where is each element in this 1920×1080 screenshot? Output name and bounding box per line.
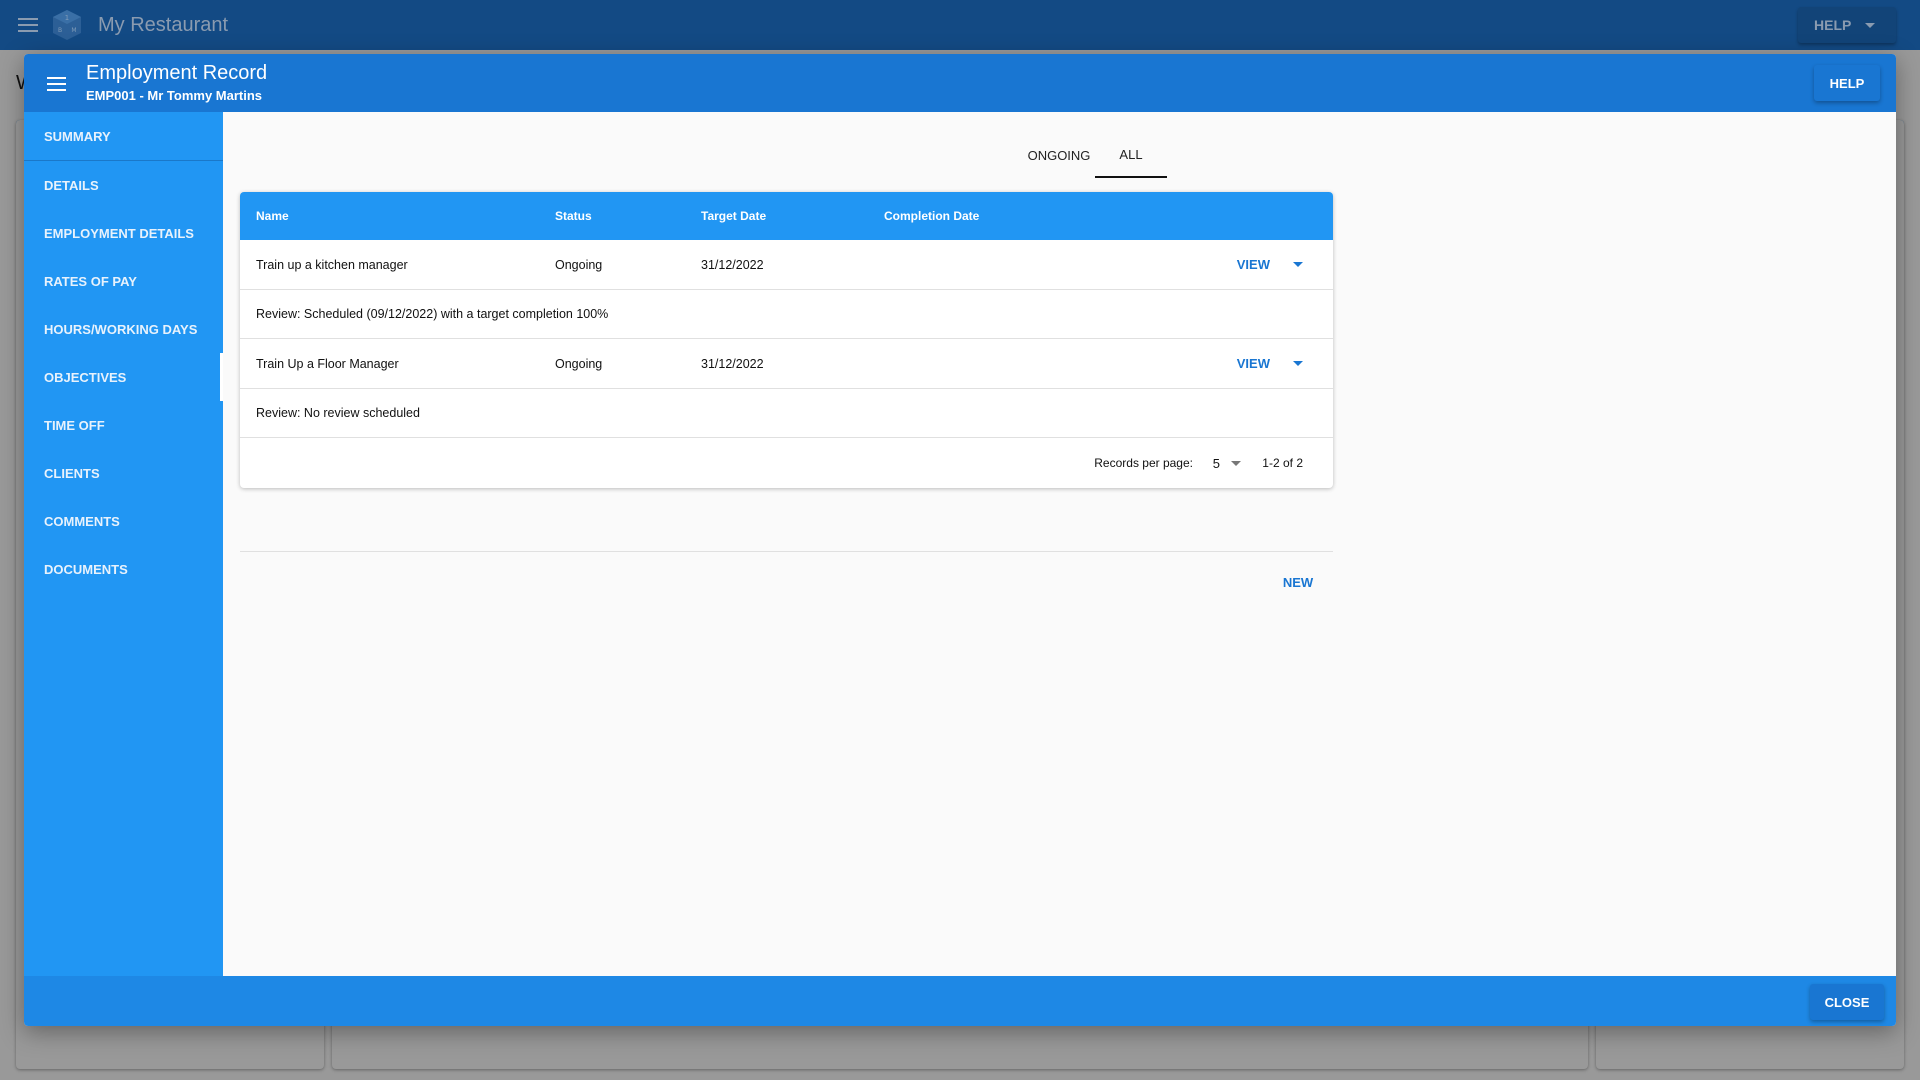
review-text: Review: No review scheduled xyxy=(256,406,420,420)
tab-all[interactable]: ALL xyxy=(1095,132,1167,178)
objectives-panel: ONGOING ALL Name Status Target Date Comp… xyxy=(223,112,1896,976)
close-button[interactable]: CLOSE xyxy=(1810,984,1884,1020)
column-header-target-date[interactable]: Target Date xyxy=(701,209,766,223)
app-logo-icon: 1 B M xyxy=(53,10,81,40)
objective-status: Ongoing xyxy=(555,356,603,371)
sidebar-item-clients[interactable]: CLIENTS xyxy=(24,449,223,497)
objective-name: Train up a kitchen manager xyxy=(256,257,408,272)
app-bar: 1 B M My Restaurant HELP xyxy=(0,0,1920,50)
objective-target-date: 31/12/2022 xyxy=(701,356,764,371)
app-menu-icon[interactable] xyxy=(18,18,38,32)
tab-ongoing[interactable]: ONGOING xyxy=(1013,132,1105,178)
objectives-table: Name Status Target Date Completion Date … xyxy=(240,192,1333,488)
records-per-page-label: Records per page: xyxy=(1094,456,1193,470)
dialog-title: Employment Record xyxy=(86,62,268,84)
dialog-footer: CLOSE xyxy=(24,976,1896,1026)
app-title: My Restaurant xyxy=(98,13,229,36)
sidebar-item-time-off[interactable]: TIME OFF xyxy=(24,401,223,449)
table-header: Name Status Target Date Completion Date xyxy=(240,192,1333,240)
sidebar-item-hours-working-days[interactable]: HOURS/WORKING DAYS xyxy=(24,305,223,353)
table-row: Train up a kitchen manager Ongoing 31/12… xyxy=(240,240,1333,290)
sidebar-nav: SUMMARY DETAILS EMPLOYMENT DETAILS RATES… xyxy=(24,112,223,976)
employment-record-dialog: Employment Record EMP001 - Mr Tommy Mart… xyxy=(24,54,1896,1026)
column-header-status[interactable]: Status xyxy=(555,209,592,223)
expand-caret-icon[interactable] xyxy=(1293,262,1303,267)
app-help-label: HELP xyxy=(1814,17,1852,33)
view-button[interactable]: VIEW xyxy=(1237,257,1270,272)
sidebar-item-objectives[interactable]: OBJECTIVES xyxy=(24,353,223,401)
svg-text:M: M xyxy=(71,27,76,34)
dialog-menu-icon[interactable] xyxy=(47,77,66,91)
svg-text:1: 1 xyxy=(65,14,69,22)
filter-tabs: ONGOING ALL xyxy=(223,112,1535,192)
divider xyxy=(240,551,1333,552)
dialog-subtitle: EMP001 - Mr Tommy Martins xyxy=(86,88,263,103)
objective-target-date: 31/12/2022 xyxy=(701,257,764,272)
sidebar-item-rates-of-pay[interactable]: RATES OF PAY xyxy=(24,257,223,305)
view-button[interactable]: VIEW xyxy=(1237,356,1270,371)
objective-status: Ongoing xyxy=(555,257,603,272)
sidebar-item-comments[interactable]: COMMENTS xyxy=(24,497,223,545)
new-objective-button[interactable]: NEW xyxy=(1273,567,1323,597)
review-row: Review: No review scheduled xyxy=(240,389,1333,438)
chevron-down-icon xyxy=(1865,22,1876,28)
dialog-help-button[interactable]: HELP xyxy=(1814,65,1880,101)
chevron-down-icon[interactable] xyxy=(1231,460,1241,466)
column-header-name[interactable]: Name xyxy=(256,209,289,223)
table-row: Train Up a Floor Manager Ongoing 31/12/2… xyxy=(240,339,1333,389)
pagination-range: 1-2 of 2 xyxy=(1262,456,1303,470)
column-header-completion-date[interactable]: Completion Date xyxy=(884,209,979,223)
sidebar-item-details[interactable]: DETAILS xyxy=(24,161,223,209)
sidebar-item-summary[interactable]: SUMMARY xyxy=(24,112,223,161)
app-help-button[interactable]: HELP xyxy=(1798,7,1896,43)
sidebar-item-documents[interactable]: DOCUMENTS xyxy=(24,545,223,593)
review-row: Review: Scheduled (09/12/2022) with a ta… xyxy=(240,290,1333,339)
sidebar-item-employment-details[interactable]: EMPLOYMENT DETAILS xyxy=(24,209,223,257)
records-per-page-select[interactable]: 5 xyxy=(1213,456,1220,471)
table-pagination: Records per page: 5 1-2 of 2 xyxy=(240,438,1333,488)
objective-name: Train Up a Floor Manager xyxy=(256,356,399,371)
dialog-header: Employment Record EMP001 - Mr Tommy Mart… xyxy=(24,54,1896,112)
svg-text:B: B xyxy=(58,27,62,34)
review-text: Review: Scheduled (09/12/2022) with a ta… xyxy=(256,307,609,321)
expand-caret-icon[interactable] xyxy=(1293,361,1303,366)
